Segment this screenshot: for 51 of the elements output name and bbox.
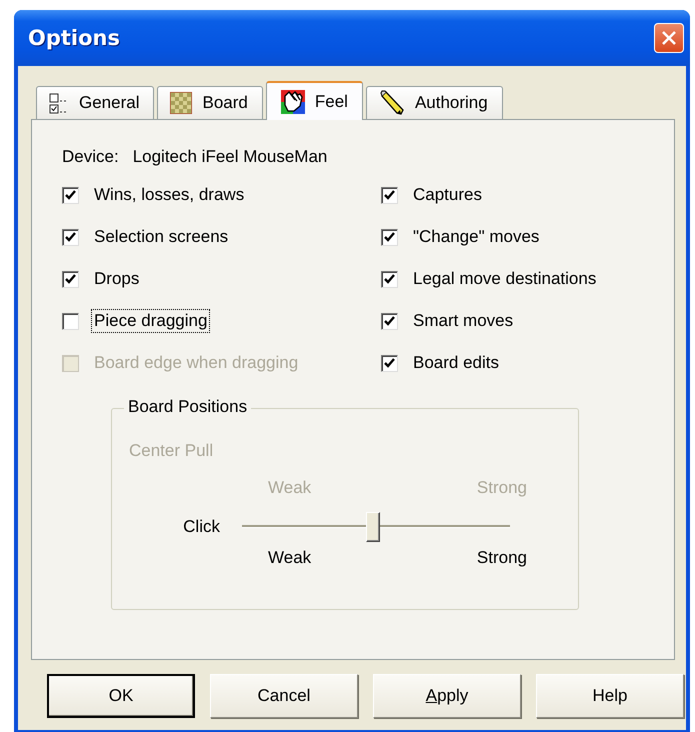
checkbox-label[interactable]: Selection screens [91,225,232,249]
checkbox[interactable] [62,270,79,288]
dialog-button[interactable]: OK [47,674,195,718]
checkbox[interactable] [62,186,79,204]
checkbox-label[interactable]: Drops [91,267,142,291]
close-button[interactable] [654,23,684,53]
checkbox-label[interactable]: Piece dragging [91,309,210,333]
checkbox-label[interactable]: Captures [410,183,485,207]
slider-label: Center Pull [128,441,214,461]
checkbox-label[interactable]: "Change" moves [410,225,542,249]
checkbox[interactable] [381,270,398,288]
checkmark-icon [384,316,395,326]
checkmark-icon [65,274,76,284]
checkbox[interactable] [62,228,79,246]
tab[interactable]: Authoring [366,86,503,119]
checkmark-icon [384,358,395,368]
checkbox-label[interactable]: Wins, losses, draws [91,183,248,207]
checkbox[interactable] [381,354,398,372]
dialog-button[interactable]: Help [536,674,684,718]
slider-label: Click [182,517,221,537]
checkmark-icon [384,190,395,200]
device-name: Logitech iFeel MouseMan [132,147,328,167]
tab[interactable]: General [36,86,154,119]
tab[interactable]: Board [157,86,263,119]
checkbox-label[interactable]: Legal move destinations [410,267,600,291]
checkbox[interactable] [381,186,398,204]
slider-min-label: Weak [268,478,312,498]
dialog-button[interactable]: Apply [373,674,521,718]
checkbox[interactable] [62,312,79,330]
slider-max-label: Strong [476,548,527,568]
slider-thumb[interactable] [366,512,380,542]
checkbox-label[interactable]: Board edits [410,351,502,375]
checkmark-icon [65,190,76,200]
checkbox[interactable] [381,228,398,246]
hand-icon [280,90,305,114]
slider-max-label: Strong [476,478,527,498]
checkbox[interactable] [381,312,398,330]
checkmark-icon [384,274,395,284]
checkbox-label[interactable]: Smart moves [410,309,516,333]
checkmark-icon [384,232,395,242]
tab[interactable]: Feel [266,81,363,120]
close-icon [661,30,677,46]
window-title: Options [28,26,120,50]
slider-track[interactable] [242,512,510,542]
checkmark-icon [65,232,76,242]
dialog-button[interactable]: Cancel [210,674,358,718]
checkerboard-icon [170,92,192,114]
list-icon [49,92,69,114]
slider-min-label: Weak [268,548,312,568]
pencil-icon [378,90,405,116]
device-label: Device: [62,147,119,167]
